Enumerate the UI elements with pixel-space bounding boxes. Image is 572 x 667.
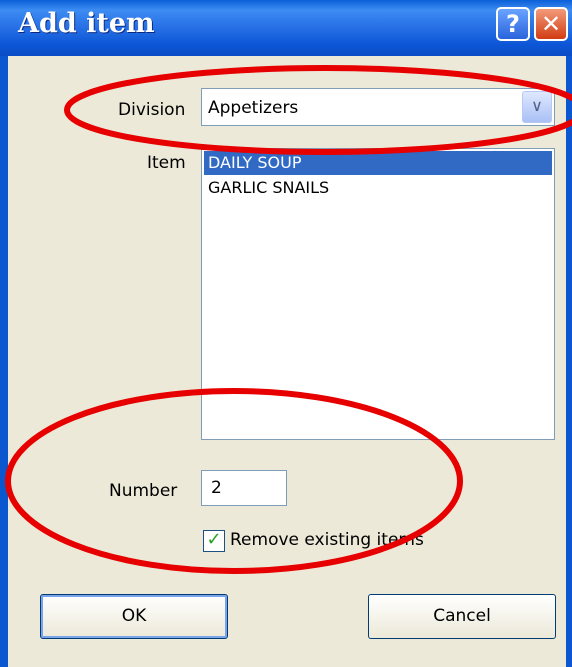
add-item-dialog: Add item ? ✕ Division Appetizers ∨ Item …: [0, 0, 572, 667]
annotation-overlay: [5, 65, 572, 574]
annotation-ellipse-division: [64, 65, 572, 155]
annotation-ellipse-number: [5, 388, 463, 574]
